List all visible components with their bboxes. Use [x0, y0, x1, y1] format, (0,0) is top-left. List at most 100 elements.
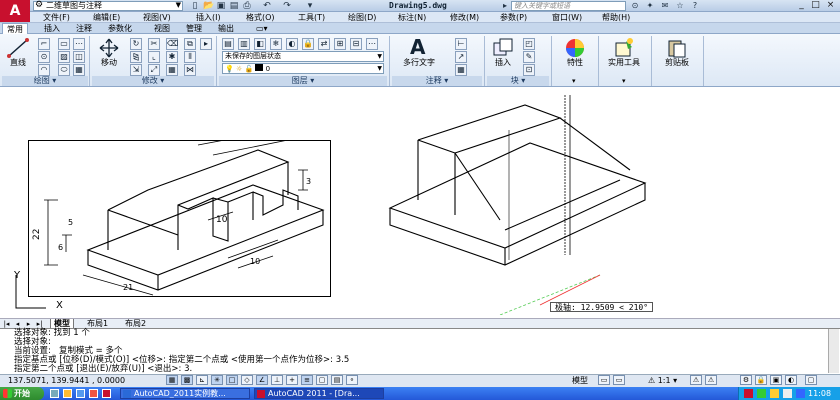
erase-icon[interactable]: ⌫	[166, 38, 178, 50]
minimize-button[interactable]: _	[795, 0, 808, 11]
move-tool-icon[interactable]	[97, 37, 121, 59]
dyn-toggle[interactable]: +	[286, 375, 298, 385]
tray-icon[interactable]	[757, 389, 766, 398]
menu-edit[interactable]: 编辑(E)	[93, 12, 120, 23]
maximize-button[interactable]: □	[809, 0, 822, 11]
osnap-toggle[interactable]: □	[226, 375, 238, 385]
clean-screen-icon[interactable]: ▢	[805, 375, 817, 385]
panel-title-annotation[interactable]: 注释 ▾	[392, 76, 482, 86]
layer-isolate-icon[interactable]: ◧	[254, 38, 266, 50]
current-layer-select[interactable]: 💡 ☼ 🔓 0 ▼	[222, 63, 384, 74]
command-input[interactable]: 指定第二个点或 [退出(E)/放弃(U)] <退出>: 3.	[14, 365, 192, 374]
qa-dropdown-icon[interactable]: ▾	[305, 1, 315, 11]
panel-title-block[interactable]: 块 ▾	[487, 76, 549, 86]
menu-tools[interactable]: 工具(T)	[298, 12, 325, 23]
array-icon[interactable]: ▦	[166, 64, 178, 76]
line-tool-icon[interactable]	[6, 37, 30, 59]
coordinate-readout[interactable]: 137.5071, 139.9441 , 0.0000	[8, 375, 125, 386]
print-icon[interactable]: ⎙	[242, 1, 252, 11]
polar-toggle[interactable]: ✳	[211, 375, 223, 385]
copy-icon[interactable]: ⧉	[184, 38, 196, 50]
tray-icon[interactable]	[744, 389, 753, 398]
edit-block-icon[interactable]: ✎	[523, 51, 535, 63]
quick-view-layouts-icon[interactable]: ▭	[598, 375, 610, 385]
otrack-toggle[interactable]: ∠	[256, 375, 268, 385]
modify-extra-icon[interactable]: ▸	[200, 38, 212, 50]
table-icon[interactable]: ▦	[73, 64, 85, 76]
3d-osnap-toggle[interactable]: ◇	[241, 375, 253, 385]
menu-dimension[interactable]: 标注(N)	[398, 12, 426, 23]
tab-view[interactable]: 视图	[150, 23, 174, 34]
transparency-toggle[interactable]: ▢	[316, 375, 328, 385]
quicklaunch-icon[interactable]	[76, 389, 85, 398]
annotation-scale[interactable]: ⚠ 1:1 ▾	[648, 375, 677, 386]
hardware-accel-icon[interactable]: ▣	[770, 375, 782, 385]
saveas-icon[interactable]: ▤	[229, 1, 239, 11]
utilities-icon[interactable]	[612, 37, 636, 59]
subscription-icon[interactable]: ✦	[645, 1, 655, 11]
arc-icon[interactable]: ◠	[38, 64, 50, 76]
save-icon[interactable]: ▣	[216, 1, 226, 11]
layer-off-icon[interactable]: ◐	[286, 38, 298, 50]
communication-icon[interactable]: ✉	[660, 1, 670, 11]
search-input[interactable]: 键入关键字或短语	[511, 1, 626, 11]
fillet-icon[interactable]: ⌞	[148, 51, 160, 63]
hatch-icon[interactable]: ▨	[58, 51, 70, 63]
annotation-visibility-icon[interactable]: ⚠	[690, 375, 702, 385]
binoculars-icon[interactable]: ⊙	[630, 1, 640, 11]
chevron-down-icon[interactable]: ▾	[622, 77, 626, 85]
create-block-icon[interactable]: ◰	[523, 38, 535, 50]
trim-icon[interactable]: ✂	[148, 38, 160, 50]
menu-help[interactable]: 帮助(H)	[602, 12, 630, 23]
tab-annotate[interactable]: 注释	[72, 23, 96, 34]
sc-toggle[interactable]: ⚬	[346, 375, 358, 385]
polyline-icon[interactable]: ⌐	[38, 38, 50, 50]
ducs-toggle[interactable]: ⊥	[271, 375, 283, 385]
menu-insert[interactable]: 插入(I)	[196, 12, 221, 23]
tray-icon[interactable]	[770, 389, 779, 398]
linear-dimension-icon[interactable]: ⊢	[455, 38, 467, 50]
clipboard-icon[interactable]	[665, 37, 689, 59]
layer-properties-icon[interactable]: ▤	[222, 38, 234, 50]
taskbar-task-active[interactable]: AutoCAD 2011 - [Dra...	[254, 388, 384, 399]
menu-file[interactable]: 文件(F)	[43, 12, 70, 23]
workspace-select[interactable]: ⚙ 二维草图与注释 ▼	[33, 1, 183, 11]
command-scrollbar[interactable]	[828, 329, 839, 373]
insert-block-icon[interactable]	[491, 37, 515, 59]
snap-toggle[interactable]: ▦	[166, 375, 178, 385]
quick-view-drawings-icon[interactable]: ▭	[613, 375, 625, 385]
region-icon[interactable]: ◫	[73, 51, 85, 63]
tab-parametric[interactable]: 参数化	[104, 23, 136, 34]
autocad-logo-button[interactable]: A	[0, 0, 30, 22]
offset-icon[interactable]: ⫴	[184, 51, 196, 63]
ellipse-icon[interactable]: ⬭	[58, 64, 70, 76]
rotate-icon[interactable]: ↻	[130, 38, 142, 50]
chevron-down-icon[interactable]: ▾	[572, 77, 576, 85]
layer-walk-icon[interactable]: ⊞	[334, 38, 346, 50]
stretch-icon[interactable]: ⇲	[130, 64, 142, 76]
grid-toggle[interactable]: ▩	[181, 375, 193, 385]
ortho-toggle[interactable]: ⊾	[196, 375, 208, 385]
menu-view[interactable]: 视图(V)	[143, 12, 171, 23]
isolate-objects-icon[interactable]: ◐	[785, 375, 797, 385]
tab-output[interactable]: 输出	[214, 23, 238, 34]
redo-icon[interactable]: ↷	[282, 1, 292, 11]
tab-insert[interactable]: 插入	[40, 23, 64, 34]
start-button[interactable]: 开始	[0, 387, 44, 400]
auto-scale-icon[interactable]: ⚠	[705, 375, 717, 385]
layer-match-icon[interactable]: ⇄	[318, 38, 330, 50]
close-button[interactable]: ×	[824, 0, 837, 11]
search-arrow-icon[interactable]: ▸	[500, 1, 510, 11]
annotation-table-icon[interactable]: ▦	[455, 64, 467, 76]
quicklaunch-icon[interactable]	[89, 389, 98, 398]
scale-icon[interactable]: ⤢	[148, 64, 160, 76]
layer-freeze-icon[interactable]: ❄	[270, 38, 282, 50]
draw-extra-icon[interactable]: ⋯	[73, 38, 85, 50]
layer-state-icon[interactable]: ▥	[238, 38, 250, 50]
layer-extra-icon[interactable]: ⋯	[366, 38, 378, 50]
toolbar-lock-icon[interactable]: 🔒	[755, 375, 767, 385]
menu-format[interactable]: 格式(O)	[246, 12, 275, 23]
help-icon[interactable]: ?	[690, 1, 700, 11]
join-icon[interactable]: ⋈	[184, 64, 196, 76]
menu-window[interactable]: 窗口(W)	[552, 12, 582, 23]
